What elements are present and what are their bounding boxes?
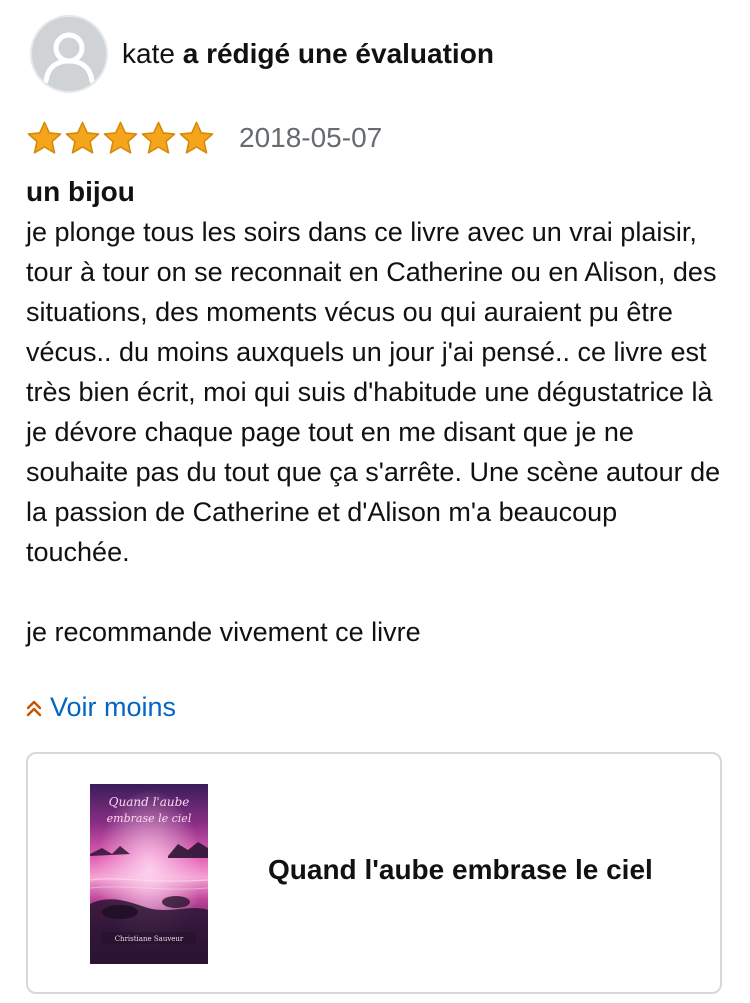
author-line: kate a rédigé une évaluation xyxy=(122,38,494,70)
author-action: a rédigé une évaluation xyxy=(182,38,494,69)
chevron-double-up-icon xyxy=(26,700,42,716)
cover-title-text: Quand l'aube xyxy=(109,795,190,809)
user-silhouette-icon xyxy=(43,32,95,84)
product-cover-image[interactable]: Quand l'aube embrase le ciel Christiane … xyxy=(90,784,208,964)
star-filled-icon xyxy=(27,121,62,154)
star-filled-icon xyxy=(141,121,176,154)
product-title[interactable]: Quand l'aube embrase le ciel xyxy=(268,854,653,886)
avatar[interactable] xyxy=(30,15,108,93)
see-less-link[interactable]: Voir moins xyxy=(26,692,176,723)
rating-row: 2018-05-07 xyxy=(26,116,382,160)
review-title: un bijou xyxy=(26,176,135,207)
see-less-label: Voir moins xyxy=(50,692,177,722)
star-rating xyxy=(26,120,215,157)
review-paragraph: je recommande vivement ce livre xyxy=(26,617,421,647)
star-filled-icon xyxy=(65,121,100,154)
cover-artwork: Quand l'aube embrase le ciel Christiane … xyxy=(90,784,208,964)
author-name[interactable]: kate xyxy=(122,38,175,69)
cover-title-text: embrase le ciel xyxy=(107,812,192,825)
review-header: kate a rédigé une évaluation xyxy=(30,14,494,94)
review-body: je plonge tous les soirs dans ce livre a… xyxy=(26,212,726,652)
product-card[interactable]: Quand l'aube embrase le ciel Christiane … xyxy=(26,752,722,994)
cover-author-text: Christiane Sauveur xyxy=(115,935,184,943)
review-date: 2018-05-07 xyxy=(239,122,383,153)
star-filled-icon xyxy=(179,121,214,154)
review-paragraph: je plonge tous les soirs dans ce livre a… xyxy=(26,217,721,567)
star-filled-icon xyxy=(103,121,138,154)
